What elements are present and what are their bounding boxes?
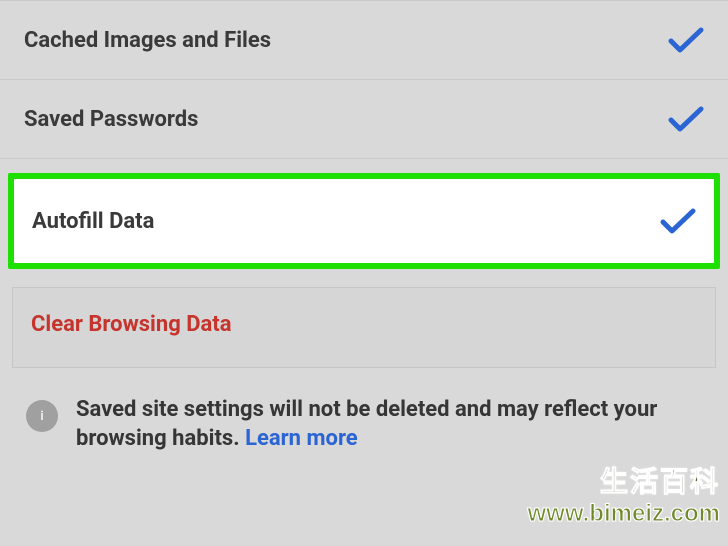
item-label: Autofill Data bbox=[32, 209, 154, 234]
learn-more-link[interactable]: Learn more bbox=[245, 426, 358, 451]
item-label: Saved Passwords bbox=[24, 107, 198, 132]
item-label: Cached Images and Files bbox=[24, 28, 271, 53]
item-saved-passwords[interactable]: Saved Passwords bbox=[0, 79, 728, 159]
clear-browsing-data-card[interactable]: Clear Browsing Data bbox=[12, 287, 716, 368]
watermark-url: www.bimeiz.com bbox=[528, 500, 720, 528]
settings-list: Cached Images and Files Saved Passwords … bbox=[0, 0, 728, 453]
watermark-text: 生活百科 bbox=[600, 460, 720, 500]
info-row: i Saved site settings will not be delete… bbox=[0, 368, 728, 453]
highlight-frame: Autofill Data bbox=[8, 173, 720, 269]
check-icon bbox=[668, 105, 704, 133]
info-body: Saved site settings will not be deleted … bbox=[76, 397, 657, 451]
item-cached-images[interactable]: Cached Images and Files bbox=[0, 0, 728, 80]
check-icon bbox=[668, 26, 704, 54]
item-autofill-data[interactable]: Autofill Data bbox=[14, 179, 714, 263]
info-icon: i bbox=[26, 400, 58, 432]
check-icon bbox=[660, 207, 696, 235]
clear-label: Clear Browsing Data bbox=[31, 312, 232, 337]
info-text: Saved site settings will not be deleted … bbox=[76, 396, 704, 453]
